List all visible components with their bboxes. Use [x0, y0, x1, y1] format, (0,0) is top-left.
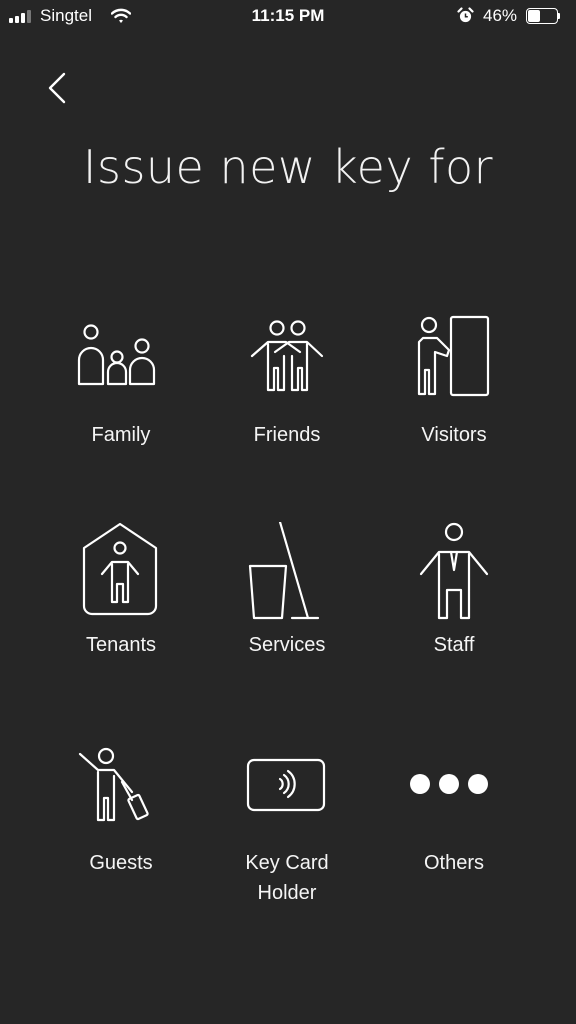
friends-icon	[207, 312, 367, 412]
option-label: Key Card Holder	[245, 852, 329, 904]
option-friends[interactable]: Friends	[207, 312, 367, 502]
option-others[interactable]: Others	[374, 740, 534, 930]
battery-icon	[526, 8, 560, 24]
guest-luggage-icon	[41, 740, 201, 840]
option-label: Friends	[253, 424, 321, 446]
tenant-icon	[41, 522, 201, 622]
option-label: Family	[91, 424, 151, 446]
option-label: Services	[248, 634, 326, 656]
family-icon	[41, 312, 201, 412]
battery-percent: 46%	[483, 6, 518, 25]
option-key-card-holder[interactable]: Key Card Holder	[207, 740, 367, 930]
page-title: Issue new key for	[82, 140, 494, 194]
option-label: Others	[423, 852, 485, 874]
visitor-icon	[374, 312, 534, 412]
option-label: Guests	[89, 852, 153, 874]
staff-icon	[374, 522, 534, 622]
option-staff[interactable]: Staff	[374, 522, 534, 712]
back-button[interactable]	[36, 64, 80, 112]
key-card-icon	[207, 740, 367, 840]
option-visitors[interactable]: Visitors	[374, 312, 534, 502]
option-label: Visitors	[421, 424, 487, 446]
chevron-left-icon	[48, 72, 66, 104]
option-family[interactable]: Family	[41, 312, 201, 502]
status-bar: Singtel 11:15 PM 46%	[0, 0, 576, 32]
option-guests[interactable]: Guests	[41, 740, 201, 930]
cleaning-services-icon	[207, 522, 367, 622]
option-label: Staff	[433, 634, 475, 656]
alarm-clock-icon	[457, 7, 474, 23]
option-label: Tenants	[85, 634, 157, 656]
option-services[interactable]: Services	[207, 522, 367, 712]
more-dots-icon	[374, 740, 534, 840]
option-tenants[interactable]: Tenants	[41, 522, 201, 712]
